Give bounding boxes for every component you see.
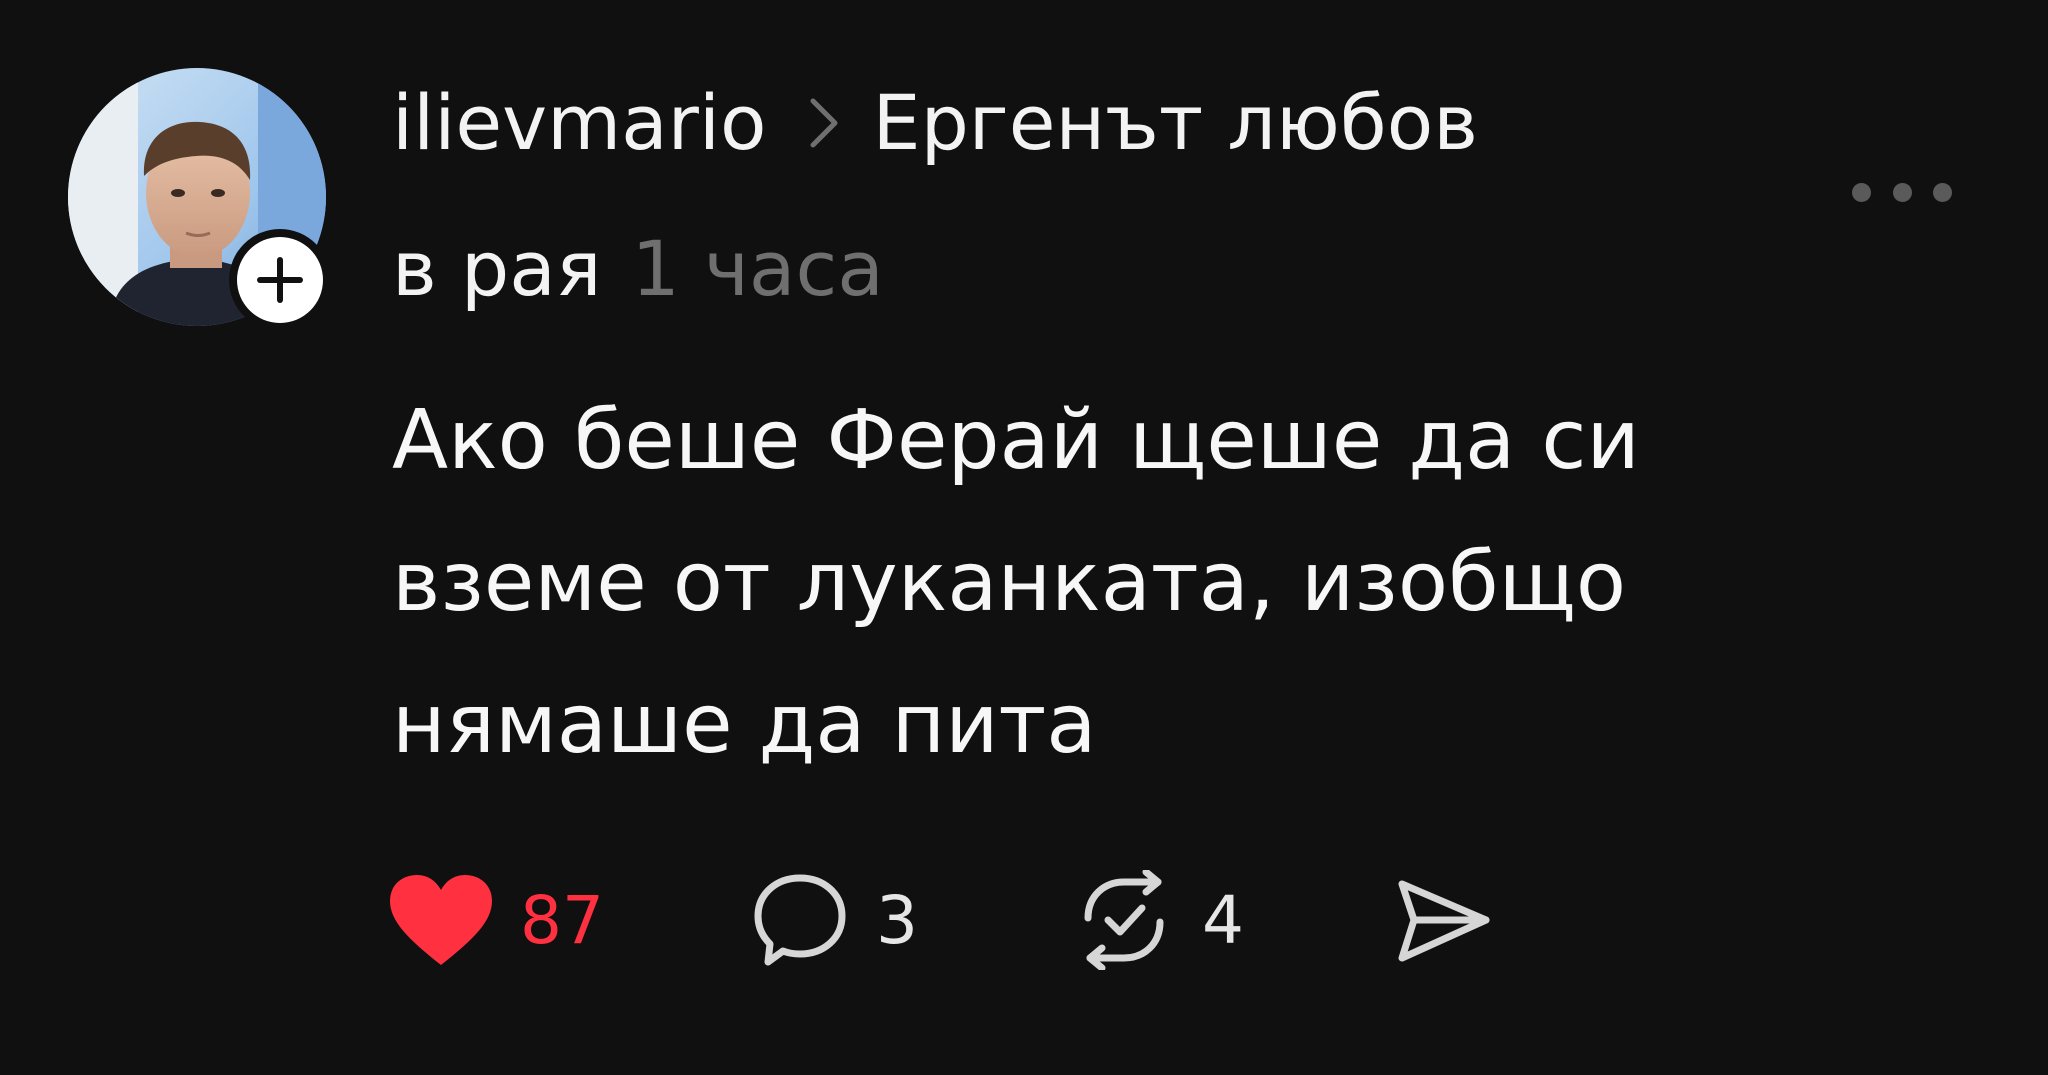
- comment-button[interactable]: 3: [750, 870, 1072, 970]
- repost-icon: [1084, 870, 1164, 970]
- repost-button[interactable]: 4: [1072, 870, 1392, 970]
- thread-post: ilievmario Ергенът любов в рая 1 часа Ако…: [0, 0, 2048, 1075]
- heart-icon: [390, 875, 492, 965]
- follow-button-inner: [237, 237, 323, 323]
- more-icon-dot: [1933, 182, 1952, 202]
- avatar-container[interactable]: [68, 68, 331, 331]
- more-icon-dot: [1892, 182, 1912, 202]
- topic-link[interactable]: Ергенът любов: [873, 68, 1478, 178]
- chevron-right-icon: [809, 97, 839, 149]
- timestamp: 1 часа: [631, 224, 884, 313]
- topic-link-continued[interactable]: в рая: [392, 224, 601, 313]
- share-button[interactable]: [1392, 870, 1492, 970]
- repost-count: 4: [1202, 881, 1244, 959]
- post-text: Ако беше Ферай щеше да си вземе от лукан…: [392, 393, 1640, 772]
- like-button[interactable]: 87: [388, 873, 750, 967]
- plus-icon: [257, 257, 303, 303]
- comment-bubble-icon: [754, 874, 846, 966]
- comment-count: 3: [876, 881, 918, 959]
- post-header: ilievmario Ергенът любов: [392, 68, 1478, 178]
- more-options-button[interactable]: [1852, 170, 1952, 214]
- username-link[interactable]: ilievmario: [392, 68, 767, 178]
- more-icon-dot: [1852, 182, 1871, 202]
- follow-button[interactable]: [229, 229, 331, 331]
- post-actions: 87 3 4: [388, 870, 1492, 970]
- post-header-line2: в рая 1 часа: [392, 214, 884, 324]
- send-icon: [1398, 880, 1490, 962]
- like-count: 87: [520, 881, 604, 959]
